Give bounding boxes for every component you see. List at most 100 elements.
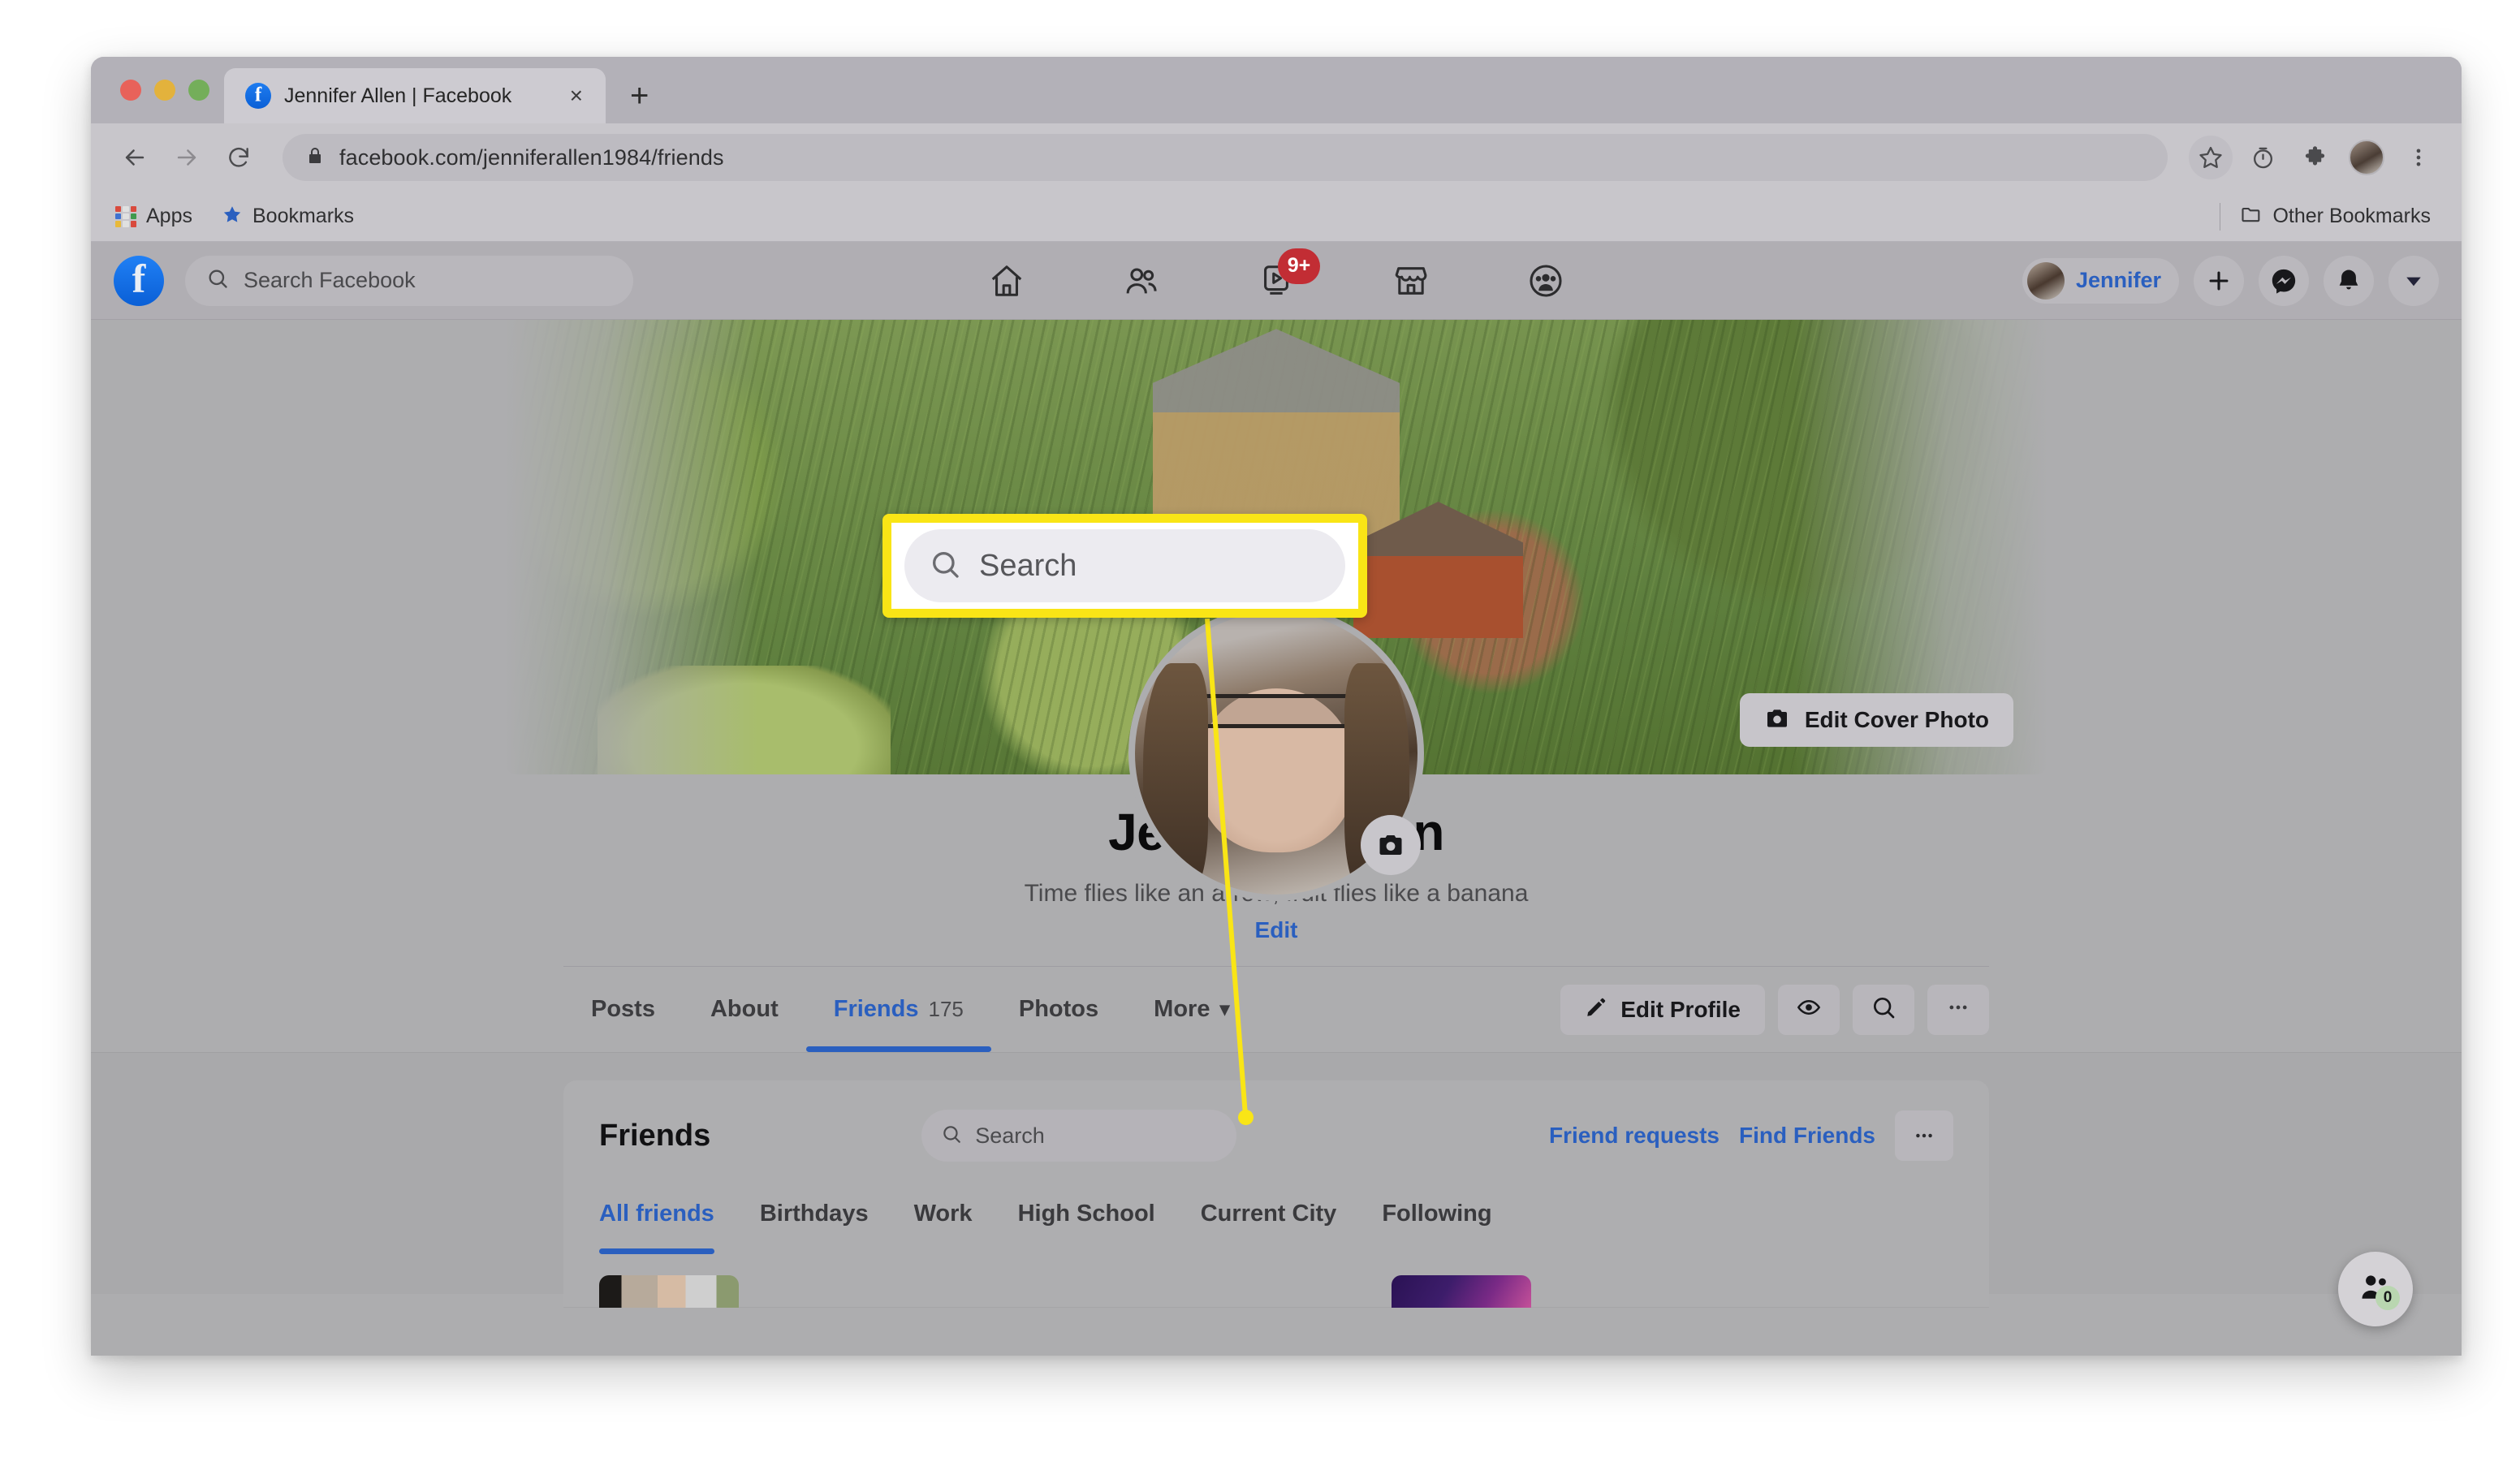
tab-about[interactable]: About — [683, 967, 806, 1052]
three-dot-menu-icon[interactable] — [2397, 136, 2440, 179]
profile-more-button[interactable] — [1927, 984, 1989, 1035]
find-friends-link[interactable]: Find Friends — [1739, 1123, 1875, 1149]
subtab-birthdays-label: Birthdays — [759, 1200, 869, 1227]
facebook-search-placeholder: Search Facebook — [244, 268, 416, 292]
tab-more-label: More — [1154, 996, 1210, 1023]
browser-toolbar: facebook.com/jenniferallen1984/friends — [91, 123, 2462, 192]
subtab-high-school[interactable]: High School — [995, 1173, 1178, 1254]
subtab-work-label: Work — [913, 1200, 973, 1227]
folder-icon — [2240, 203, 2263, 230]
nav-home-icon[interactable] — [961, 250, 1052, 312]
facebook-logo-icon[interactable] — [114, 255, 164, 306]
bookmark-bookmarks[interactable]: Bookmarks — [222, 204, 354, 229]
tab-photos[interactable]: Photos — [991, 967, 1126, 1052]
nav-user-profile-chip[interactable]: Jennifer — [2022, 257, 2179, 304]
subtab-current-city-label: Current City — [1200, 1200, 1337, 1227]
friend-requests-link[interactable]: Friend requests — [1549, 1123, 1720, 1149]
view-as-button[interactable] — [1778, 984, 1840, 1035]
chevron-down-icon[interactable] — [2388, 255, 2439, 306]
friends-card: Friends Search Friend requests Find Frie… — [563, 1080, 1989, 1309]
browser-tab-strip: Jennifer Allen | Facebook × + — [91, 57, 2462, 123]
back-arrow-icon[interactable] — [112, 135, 158, 180]
other-bookmarks-button[interactable]: Other Bookmarks — [2240, 203, 2431, 230]
eye-icon — [1796, 994, 1822, 1024]
puzzle-piece-icon[interactable] — [2293, 136, 2337, 179]
edit-cover-photo-label: Edit Cover Photo — [1804, 707, 1989, 732]
profile-tabs: Posts About Friends 175 Photos More ▾ — [563, 967, 1258, 1053]
tab-friends[interactable]: Friends 175 — [805, 967, 992, 1053]
search-icon — [941, 1123, 962, 1149]
tab-posts[interactable]: Posts — [563, 967, 683, 1052]
desktop-backdrop: Jennifer Allen | Facebook × + facebook.c… — [0, 0, 2520, 1479]
friend-tile-thumbnail[interactable] — [599, 1275, 739, 1309]
tab-more[interactable]: More ▾ — [1126, 967, 1257, 1052]
edit-bio-link[interactable]: Edit — [1255, 917, 1298, 943]
history-clock-icon[interactable] — [2241, 136, 2285, 179]
tab-about-label: About — [710, 996, 779, 1023]
tab-posts-label: Posts — [591, 996, 655, 1023]
friends-search-input[interactable]: Search — [921, 1110, 1237, 1162]
browser-tab-title: Jennifer Allen | Facebook — [284, 84, 512, 107]
profile-search-button[interactable] — [1853, 984, 1914, 1035]
reload-icon[interactable] — [216, 135, 261, 180]
nav-user-name: Jennifer — [2075, 268, 2161, 292]
window-traffic-lights — [110, 57, 224, 123]
facebook-search-input[interactable]: Search Facebook — [185, 255, 633, 306]
bookmark-apps[interactable]: Apps — [115, 205, 192, 228]
nav-watch-icon[interactable]: 9+ — [1231, 248, 1322, 312]
watch-badge: 9+ — [1278, 248, 1320, 284]
tab-friends-count: 175 — [928, 997, 964, 1022]
star-icon[interactable] — [2189, 136, 2233, 179]
new-tab-button[interactable]: + — [630, 80, 649, 112]
forward-arrow-icon[interactable] — [164, 135, 209, 180]
bookmark-bookmarks-label: Bookmarks — [252, 205, 355, 227]
browser-window: Jennifer Allen | Facebook × + facebook.c… — [91, 57, 2462, 1356]
tab-friends-label: Friends — [833, 996, 919, 1023]
contacts-chat-fab[interactable]: 0 — [2338, 1252, 2413, 1326]
other-bookmarks-label: Other Bookmarks — [2272, 205, 2431, 227]
profile-action-buttons: Edit Profile — [1560, 984, 1989, 1035]
avatar — [2026, 261, 2065, 300]
toolbar-right-icons — [2189, 136, 2440, 179]
content-band: Friends Search Friend requests Find Frie… — [91, 1052, 2462, 1309]
star-filled-icon — [222, 204, 243, 229]
nav-friends-icon[interactable] — [1096, 250, 1187, 312]
close-tab-icon[interactable]: × — [565, 84, 588, 107]
subtab-following-label: Following — [1382, 1200, 1492, 1227]
cover-photo-area: Edit Cover Photo — [505, 320, 2048, 901]
subtab-all-friends[interactable]: All friends — [599, 1173, 737, 1255]
facebook-nav-center: 9+ — [961, 248, 1591, 312]
facebook-favicon-icon — [245, 83, 271, 109]
edit-profile-button[interactable]: Edit Profile — [1560, 984, 1765, 1035]
subtab-work[interactable]: Work — [891, 1173, 995, 1254]
camera-icon — [1764, 705, 1790, 735]
nav-groups-icon[interactable] — [1500, 250, 1591, 312]
messenger-icon[interactable] — [2259, 255, 2309, 306]
friends-more-button[interactable] — [1895, 1110, 1953, 1162]
subtab-birthdays[interactable]: Birthdays — [737, 1173, 891, 1254]
nav-marketplace-icon[interactable] — [1366, 250, 1456, 312]
edit-profile-label: Edit Profile — [1620, 996, 1741, 1022]
subtab-all-friends-label: All friends — [599, 1200, 714, 1227]
edit-cover-photo-button[interactable]: Edit Cover Photo — [1739, 693, 2013, 747]
close-window-button[interactable] — [120, 80, 141, 101]
facebook-nav-right: Jennifer — [2022, 255, 2439, 306]
profile-hair-left — [1143, 662, 1209, 895]
minimize-window-button[interactable] — [154, 80, 175, 101]
pencil-icon — [1585, 996, 1607, 1023]
subtab-following[interactable]: Following — [1359, 1173, 1514, 1254]
edit-profile-picture-camera-icon[interactable] — [1361, 815, 1421, 875]
bell-icon[interactable] — [2324, 255, 2374, 306]
maximize-window-button[interactable] — [188, 80, 209, 101]
friend-tile-thumbnail[interactable] — [1392, 1275, 1531, 1309]
friends-subtabs: All friends Birthdays Work High School C — [599, 1173, 1953, 1255]
plus-icon[interactable] — [2194, 255, 2244, 306]
browser-tab[interactable]: Jennifer Allen | Facebook × — [224, 68, 606, 123]
address-bar-url: facebook.com/jenniferallen1984/friends — [339, 144, 724, 170]
account-avatar-icon[interactable] — [2345, 136, 2388, 179]
subtab-current-city[interactable]: Current City — [1178, 1173, 1360, 1254]
friend-tiles-row — [599, 1275, 1953, 1309]
profile-glasses — [1194, 693, 1358, 728]
address-bar[interactable]: facebook.com/jenniferallen1984/friends — [283, 134, 2168, 181]
friends-search-placeholder: Search — [975, 1123, 1045, 1148]
